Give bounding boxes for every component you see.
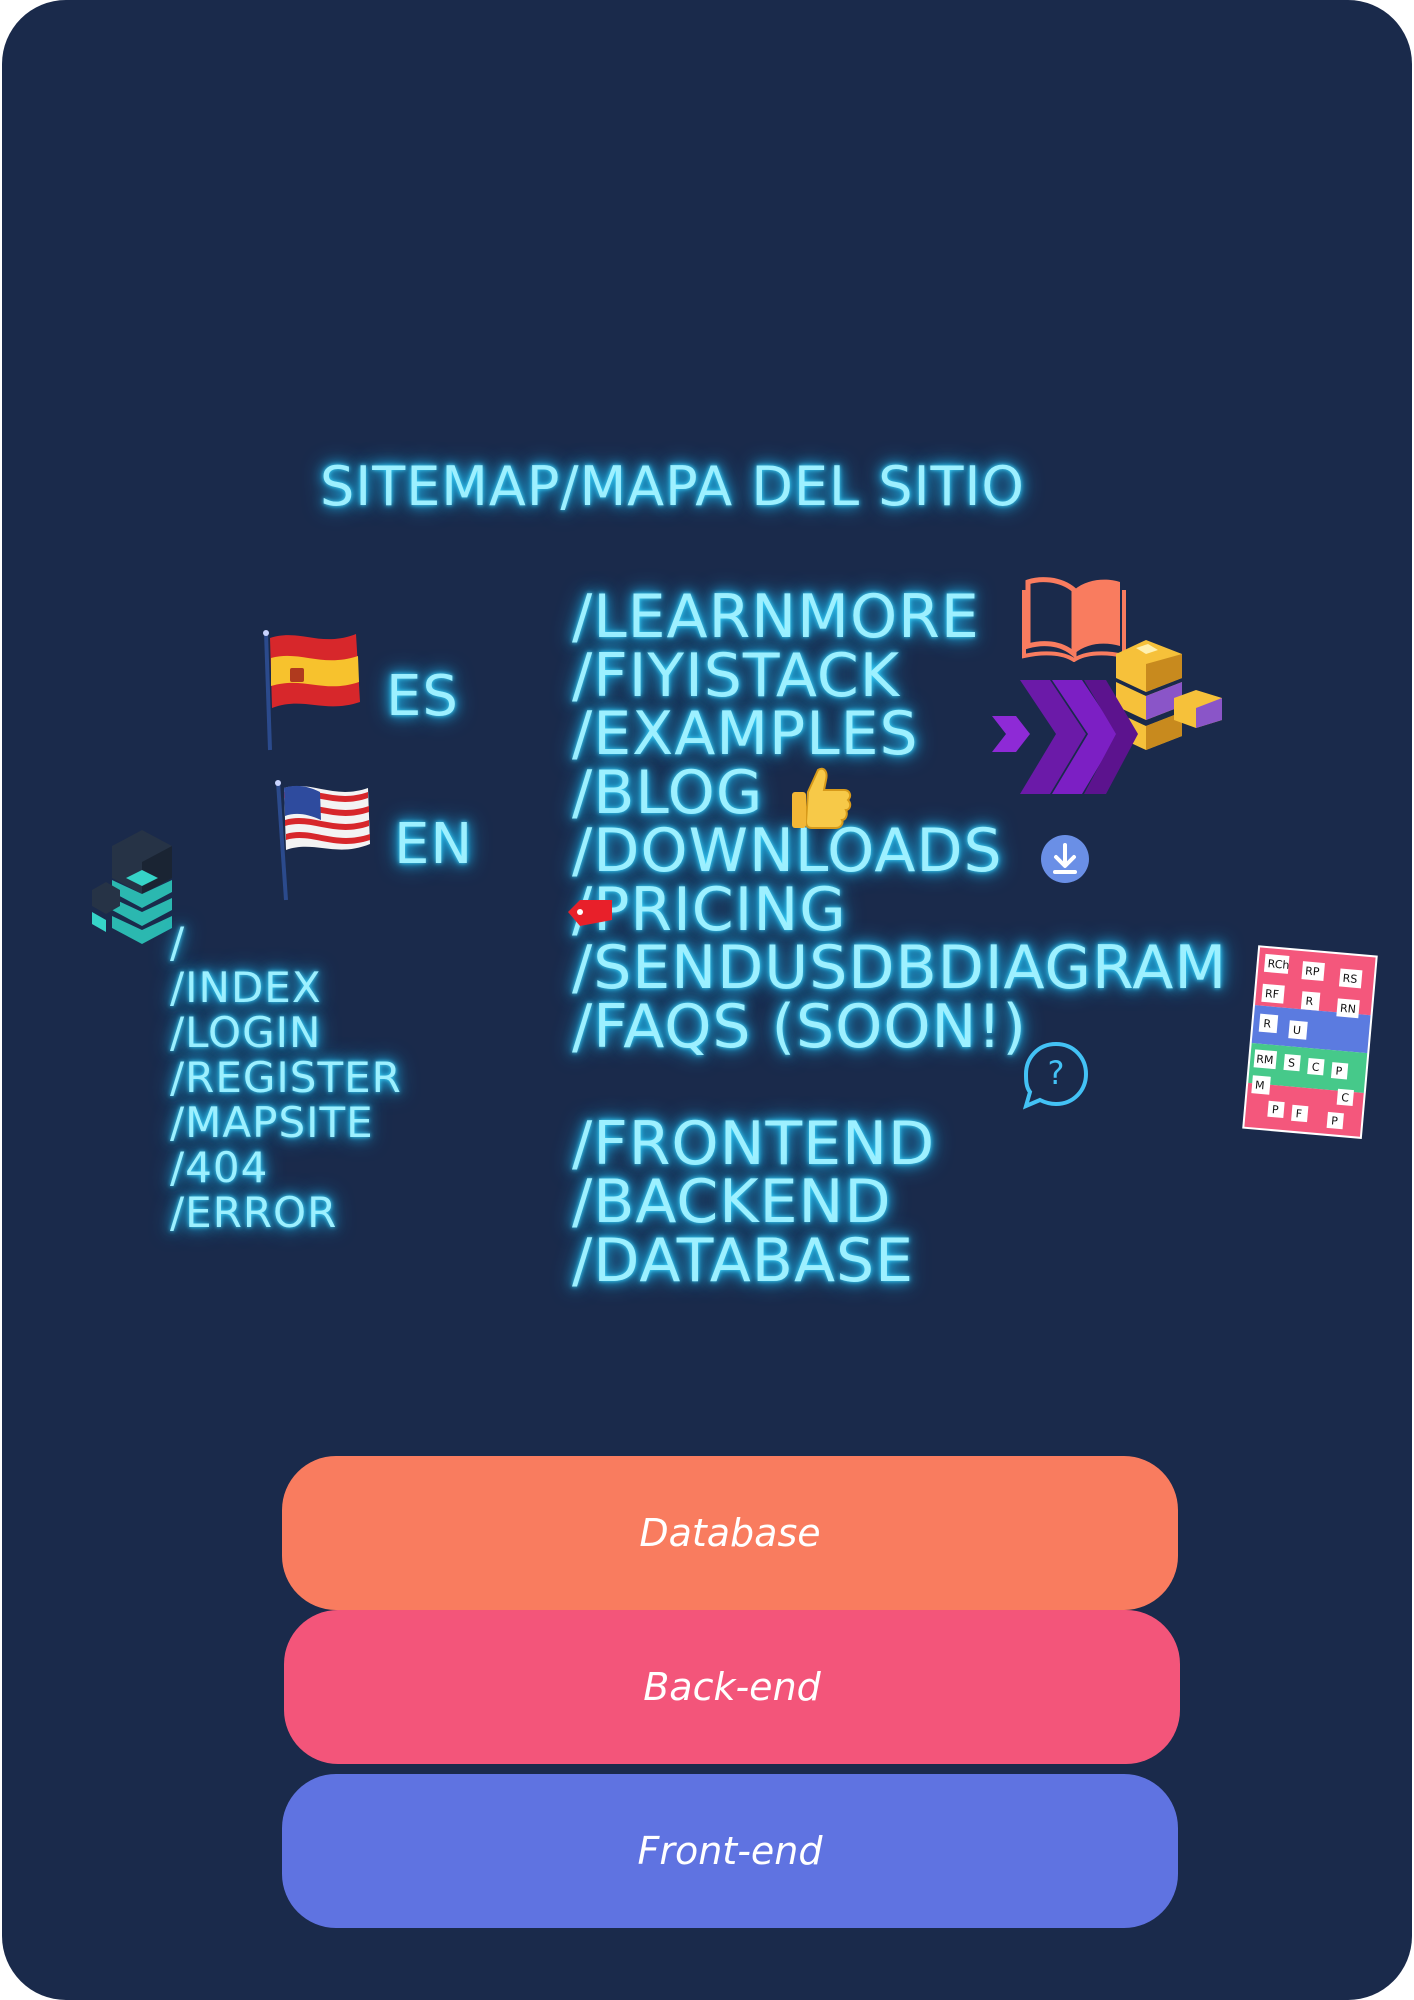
sitemap-card: SITEMAP/MAPA DEL SITIO ES EN /LEARNMORE …: [2, 0, 1412, 2000]
database-layer: Database: [282, 1456, 1178, 1610]
auth-routes-list: / /INDEX /LOGIN /REGISTER /MAPSITE /404 …: [170, 920, 402, 1235]
route-faqs[interactable]: /FAQS (SOON!): [572, 997, 1227, 1056]
route-index[interactable]: /INDEX: [170, 965, 402, 1010]
route-error[interactable]: /ERROR: [170, 1190, 402, 1235]
diagram-cell: R: [1263, 1017, 1272, 1031]
frontend-layer-label: Front-end: [637, 1829, 823, 1873]
db-diagram-thumbnail: RCh RP RS RF R RN R U RM S C P M C P F P: [1242, 945, 1378, 1139]
diagram-cell: RF: [1264, 987, 1279, 1001]
diagram-cell: RN: [1340, 1002, 1357, 1016]
diagram-cell: U: [1292, 1024, 1301, 1038]
usa-flag-icon: [275, 780, 370, 901]
route-login[interactable]: /LOGIN: [170, 1010, 402, 1055]
route-pricing[interactable]: /PRICING: [572, 880, 1227, 939]
price-tag-icon: [568, 900, 612, 926]
diagram-cell: C: [1341, 1091, 1350, 1105]
question-bubble-icon: ?: [1022, 1041, 1089, 1110]
diagram-cell: M: [1254, 1078, 1265, 1092]
route-404[interactable]: /404: [170, 1145, 402, 1190]
route-mapsite[interactable]: /MAPSITE: [170, 1100, 402, 1145]
open-book-icon: [1022, 577, 1126, 662]
diagram-cell: RP: [1305, 964, 1321, 978]
thumbs-up-icon: [792, 767, 852, 829]
route-frontend[interactable]: /FRONTEND: [572, 1114, 1227, 1173]
backend-layer: Back-end: [284, 1610, 1180, 1764]
diagram-cell: RS: [1342, 972, 1358, 986]
diagram-cell: F: [1295, 1107, 1302, 1121]
diagram-cell: C: [1311, 1060, 1320, 1074]
route-root[interactable]: /: [170, 920, 402, 965]
download-icon: [1041, 835, 1089, 883]
route-downloads[interactable]: /DOWNLOADS: [572, 821, 1227, 880]
route-sendusdbdiagram[interactable]: /SENDUSDBDIAGRAM: [572, 938, 1227, 997]
spain-flag-icon: [263, 630, 360, 751]
route-backend[interactable]: /BACKEND: [572, 1172, 1227, 1231]
backend-layer-label: Back-end: [643, 1665, 821, 1709]
language-en[interactable]: EN: [394, 812, 473, 877]
diagram-cell: S: [1288, 1056, 1296, 1070]
diagram-cell: R: [1305, 995, 1314, 1009]
diagram-cell: RM: [1256, 1052, 1274, 1066]
purple-chevrons-icon: [992, 680, 1138, 794]
database-layer-label: Database: [639, 1511, 821, 1555]
svg-text:?: ?: [1048, 1054, 1065, 1092]
frontend-layer: Front-end: [282, 1774, 1178, 1928]
route-database[interactable]: /DATABASE: [572, 1231, 1227, 1290]
diagram-cell: RCh: [1267, 957, 1290, 972]
route-register[interactable]: /REGISTER: [170, 1055, 402, 1100]
page-title: SITEMAP/MAPA DEL SITIO: [320, 455, 1025, 518]
language-es[interactable]: ES: [386, 664, 459, 729]
